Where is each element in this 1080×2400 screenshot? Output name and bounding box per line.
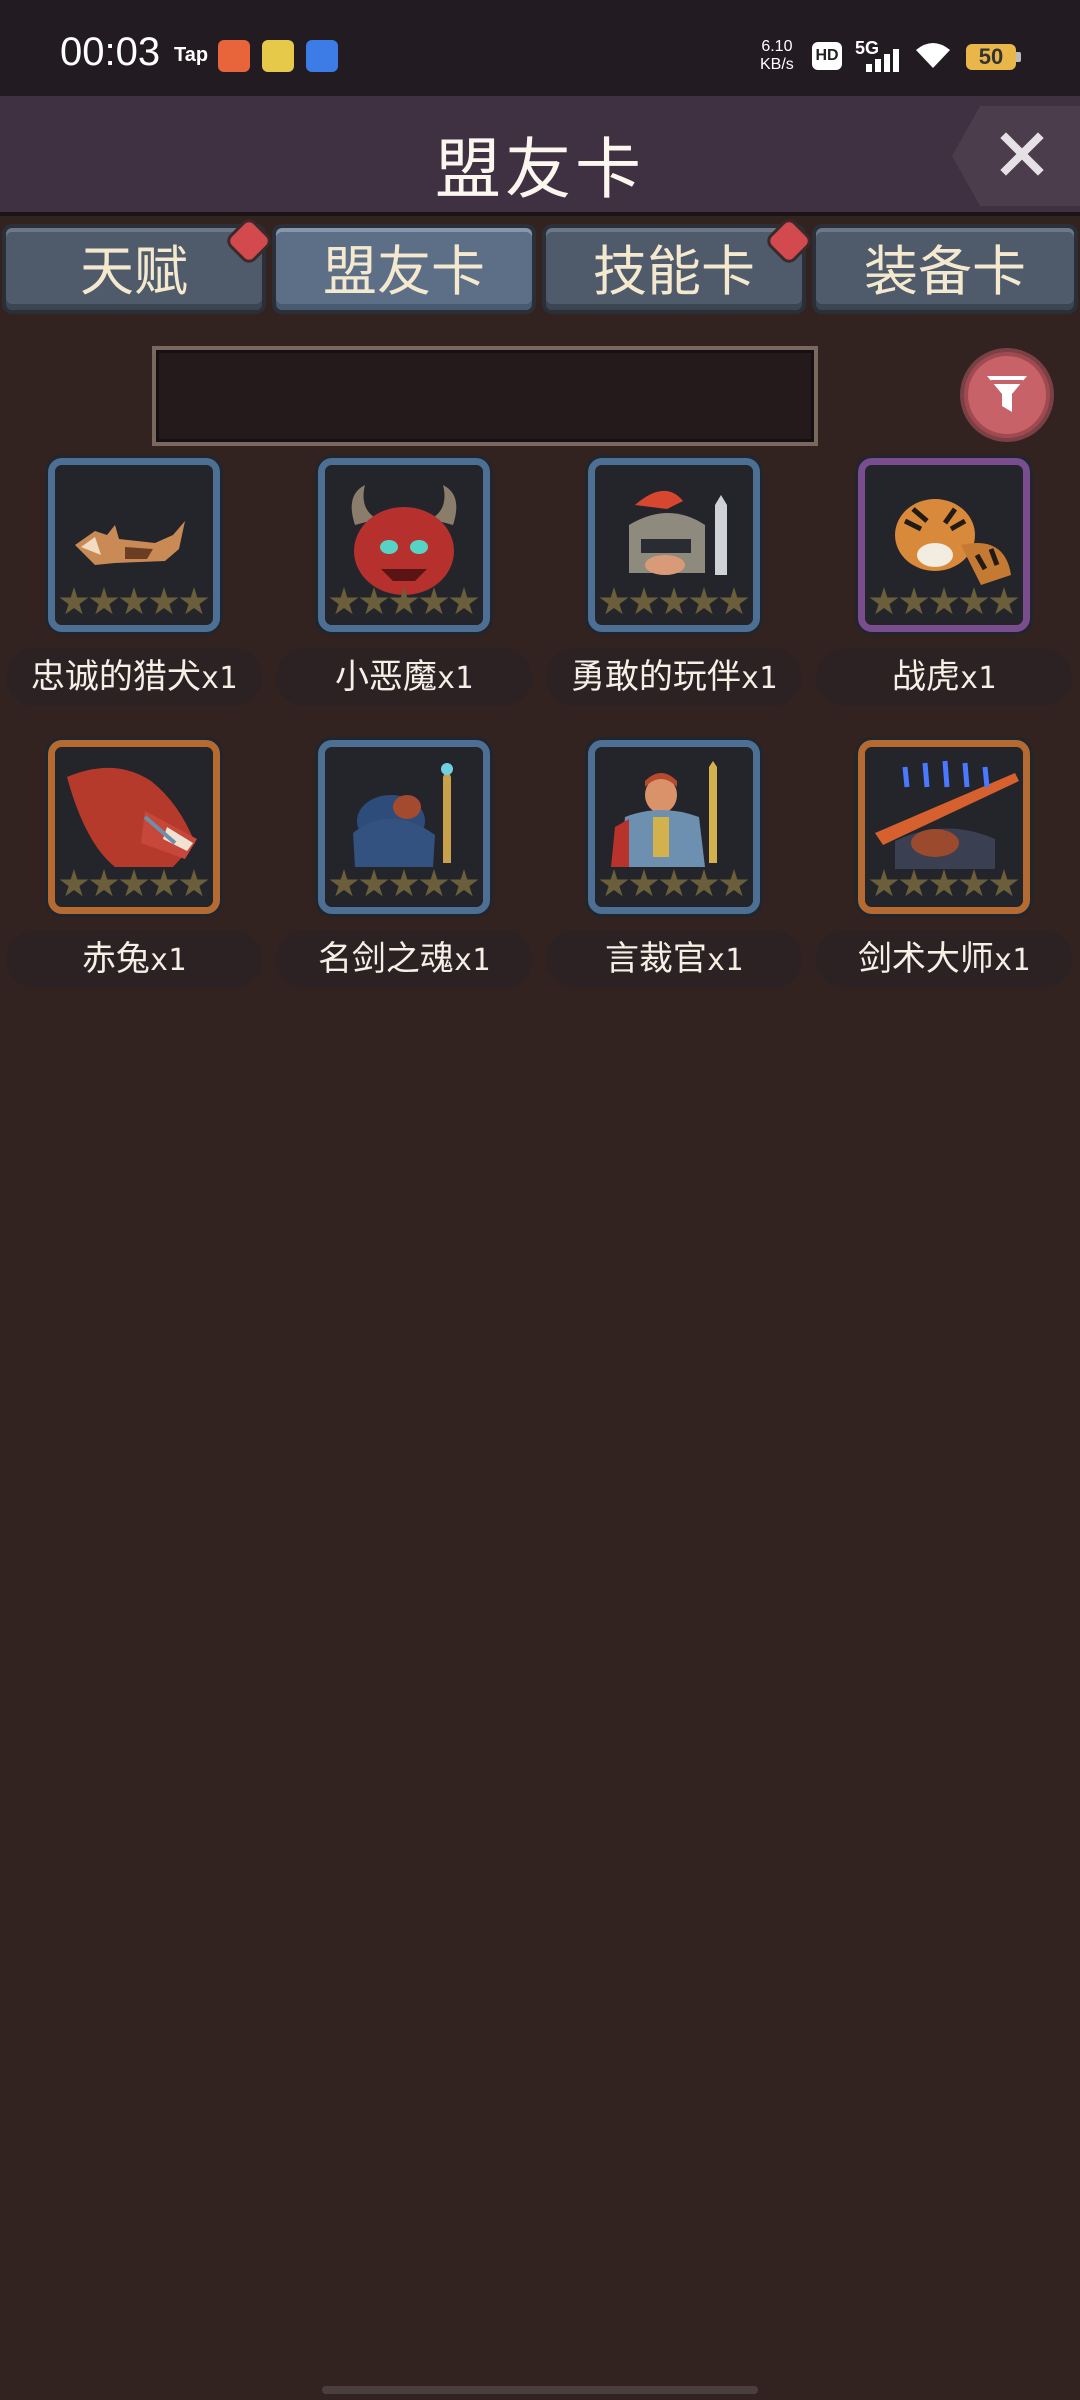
- tab-label: 天赋: [80, 240, 188, 303]
- search-box: [152, 346, 818, 446]
- card-label: 言裁官x1: [546, 930, 802, 988]
- card-label: 赤兔x1: [6, 930, 262, 988]
- ally-card[interactable]: 忠诚的猎犬x1: [6, 456, 262, 716]
- card-label: 剑术大师x1: [816, 930, 1072, 988]
- tab-label: 装备卡: [864, 240, 1026, 303]
- card-quantity: x1: [453, 943, 491, 978]
- card-name: 名剑之魂: [317, 939, 454, 979]
- header-bar: 盟友卡: [0, 96, 1080, 216]
- hd-icon: HD: [812, 42, 842, 70]
- notification-app-icon: [218, 40, 250, 72]
- card-quantity: x1: [706, 943, 744, 978]
- star-rating: [59, 869, 209, 903]
- network-speed: 6.10 KB/s: [760, 38, 794, 74]
- card-frame: [588, 458, 760, 632]
- home-indicator[interactable]: [322, 2386, 758, 2394]
- card-quantity: x1: [959, 661, 997, 696]
- network-speed-unit: KB/s: [760, 56, 794, 73]
- card-frame: [588, 740, 760, 914]
- card-label: 忠诚的猎犬x1: [6, 648, 262, 706]
- tab-skill-cards[interactable]: 技能卡: [542, 219, 811, 314]
- card-label: 勇敢的玩伴x1: [546, 648, 802, 706]
- network-speed-value: 6.10: [761, 38, 793, 55]
- battery-tip: [1016, 52, 1021, 62]
- filter-button[interactable]: [964, 352, 1050, 438]
- card-name: 小恶魔: [334, 657, 437, 697]
- card-quantity: x1: [149, 943, 187, 978]
- card-name: 赤兔: [81, 939, 150, 979]
- card-frame: [48, 458, 220, 632]
- card-label: 名剑之魂x1: [276, 930, 532, 988]
- close-icon: [1000, 132, 1044, 176]
- tab-talent[interactable]: 天赋: [2, 219, 271, 314]
- tab-label: 盟友卡: [323, 240, 485, 303]
- notification-app-icon: [262, 40, 294, 72]
- notification-badge: [227, 219, 271, 263]
- tab-bar: 天赋 盟友卡 技能卡 装备卡: [0, 218, 1080, 322]
- card-frame: [318, 740, 490, 914]
- page-title: 盟友卡: [435, 131, 645, 208]
- card-name: 剑术大师: [857, 939, 994, 979]
- star-rating: [599, 869, 749, 903]
- star-rating: [329, 587, 479, 621]
- card-label: 战虎x1: [816, 648, 1072, 706]
- tab-label: 技能卡: [593, 240, 755, 303]
- ally-card[interactable]: 言裁官x1: [546, 738, 802, 998]
- card-quantity: x1: [993, 943, 1031, 978]
- status-bar: 00:03 Tap 6.10 KB/s HD 5G 50: [0, 0, 1080, 96]
- star-rating: [59, 587, 209, 621]
- ally-card[interactable]: 勇敢的玩伴x1: [546, 456, 802, 716]
- star-rating: [869, 869, 1019, 903]
- translate-app-icon: [306, 40, 338, 72]
- star-rating: [329, 869, 479, 903]
- wifi-icon: [916, 43, 950, 68]
- card-name: 勇敢的玩伴: [570, 657, 741, 697]
- tap-app-icon: Tap: [174, 44, 209, 66]
- ally-card[interactable]: 小恶魔x1: [276, 456, 532, 716]
- notification-badge: [767, 219, 811, 263]
- funnel-icon: [987, 376, 1027, 412]
- status-time: 00:03: [60, 30, 161, 74]
- star-rating: [599, 587, 749, 621]
- ally-card[interactable]: 名剑之魂x1: [276, 738, 532, 998]
- card-name: 忠诚的猎犬: [30, 657, 201, 697]
- card-frame: [318, 458, 490, 632]
- tab-ally-cards[interactable]: 盟友卡: [272, 224, 536, 314]
- card-frame: [48, 740, 220, 914]
- star-rating: [869, 587, 1019, 621]
- card-frame: [858, 458, 1030, 632]
- tab-equipment-cards[interactable]: 装备卡: [812, 224, 1078, 314]
- card-quantity: x1: [436, 661, 474, 696]
- card-quantity: x1: [200, 661, 238, 696]
- card-label: 小恶魔x1: [276, 648, 532, 706]
- search-input[interactable]: [156, 350, 814, 442]
- ally-card[interactable]: 战虎x1: [816, 456, 1072, 716]
- ally-card[interactable]: 赤兔x1: [6, 738, 262, 998]
- battery-icon: 50: [966, 44, 1016, 70]
- card-name: 战虎: [891, 657, 960, 697]
- card-name: 言裁官: [604, 939, 707, 979]
- signal-icon: [866, 48, 902, 72]
- ally-card[interactable]: 剑术大师x1: [816, 738, 1072, 998]
- card-quantity: x1: [740, 661, 778, 696]
- card-frame: [858, 740, 1030, 914]
